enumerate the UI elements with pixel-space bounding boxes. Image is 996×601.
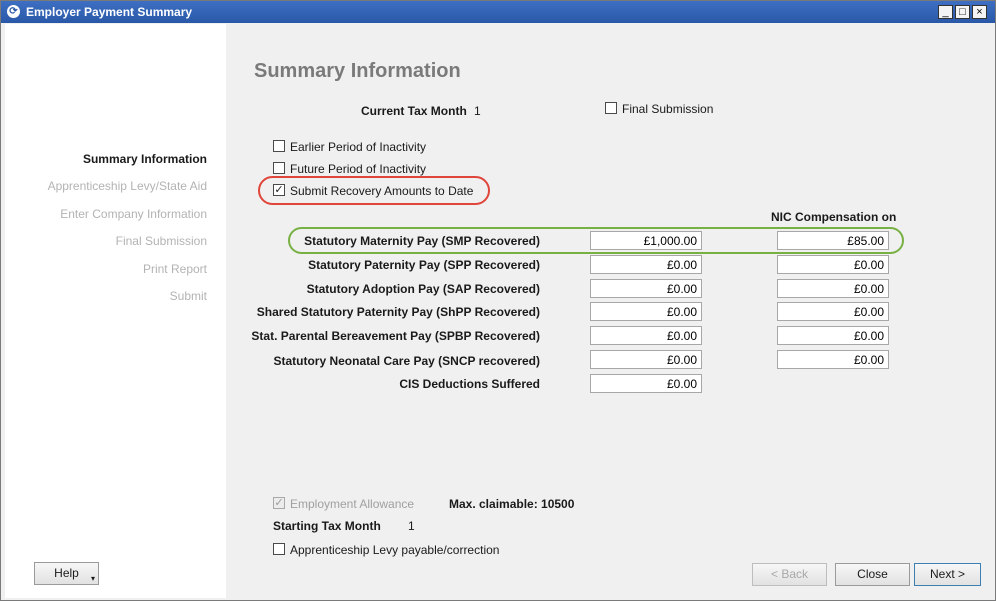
sidebar-item-print-report: Print Report	[142, 262, 207, 276]
spbp-recovered-field[interactable]	[590, 326, 702, 345]
max-claimable-text: Max. claimable: 10500	[449, 497, 575, 511]
cis-deductions-field[interactable]	[590, 374, 702, 393]
page-title: Summary Information	[254, 60, 461, 82]
sap-nic-compensation-field[interactable]	[777, 279, 889, 298]
back-button[interactable]: < Back	[752, 563, 827, 586]
apprenticeship-levy-label: Apprenticeship Levy payable/correction	[290, 543, 500, 557]
spp-recovered-field[interactable]	[590, 255, 702, 274]
cis-deductions-label: CIS Deductions Suffered	[399, 377, 540, 391]
employer-payment-summary-window: ⟳ Employer Payment Summary _ □ × Summary…	[0, 0, 996, 601]
earlier-period-inactivity-checkbox[interactable]	[273, 140, 285, 152]
starting-tax-month-label: Starting Tax Month	[273, 519, 381, 533]
sidebar-item-summary-information[interactable]: Summary Information	[83, 152, 207, 166]
shpp-recovered-field[interactable]	[590, 302, 702, 321]
close-window-button[interactable]: ×	[972, 5, 987, 19]
help-button-label: Help	[54, 566, 79, 580]
close-button[interactable]: Close	[835, 563, 910, 586]
recovery-row-label-sap: Statutory Adoption Pay (SAP Recovered)	[306, 282, 540, 296]
window-title: Employer Payment Summary	[26, 5, 193, 19]
dropdown-arrow-icon: ▾	[90, 574, 95, 583]
recovery-row-label-spp: Statutory Paternity Pay (SPP Recovered)	[308, 258, 540, 272]
recovery-row-label-spbp: Stat. Parental Bereavement Pay (SPBP Rec…	[251, 329, 540, 343]
future-period-inactivity-label: Future Period of Inactivity	[290, 162, 427, 176]
nic-compensation-header: NIC Compensation on	[771, 210, 897, 224]
sap-recovered-field[interactable]	[590, 279, 702, 298]
maximize-button[interactable]: □	[955, 5, 970, 19]
submit-recovery-amounts-checkbox[interactable]: ✓	[273, 184, 285, 196]
current-tax-month-label: Current Tax Month	[361, 104, 467, 118]
recovery-row-label-smp: Statutory Maternity Pay (SMP Recovered)	[304, 234, 540, 248]
current-tax-month-value: 1	[474, 104, 481, 118]
shpp-nic-compensation-field[interactable]	[777, 302, 889, 321]
sidebar-item-enter-company-information: Enter Company Information	[60, 207, 207, 221]
sidebar-item-apprenticeship-levy: Apprenticeship Levy/State Aid	[47, 179, 207, 193]
wizard-sidebar: Summary Information Apprenticeship Levy/…	[5, 24, 226, 598]
spbp-nic-compensation-field[interactable]	[777, 326, 889, 345]
sncp-recovered-field[interactable]	[590, 350, 702, 369]
main-panel: Summary Information Current Tax Month 1 …	[227, 24, 994, 598]
submit-recovery-amounts-label: Submit Recovery Amounts to Date	[290, 184, 474, 198]
sidebar-item-submit: Submit	[169, 289, 207, 303]
final-submission-checkbox[interactable]	[605, 102, 617, 114]
apprenticeship-levy-checkbox[interactable]	[273, 543, 285, 555]
sidebar-item-final-submission: Final Submission	[115, 234, 207, 248]
recovery-row-label-shpp: Shared Statutory Paternity Pay (ShPP Rec…	[256, 305, 540, 319]
earlier-period-inactivity-label: Earlier Period of Inactivity	[290, 140, 427, 154]
future-period-inactivity-checkbox[interactable]	[273, 162, 285, 174]
next-button[interactable]: Next >	[914, 563, 981, 586]
spp-nic-compensation-field[interactable]	[777, 255, 889, 274]
recovery-row-label-sncp: Statutory Neonatal Care Pay (SNCP recove…	[273, 354, 540, 368]
smp-nic-compensation-field[interactable]	[777, 231, 889, 250]
minimize-button[interactable]: _	[938, 5, 953, 19]
employment-allowance-checkbox: ✓	[273, 497, 285, 509]
starting-tax-month-value: 1	[408, 519, 415, 533]
app-icon: ⟳	[7, 5, 20, 18]
smp-recovered-field[interactable]	[590, 231, 702, 250]
final-submission-label: Final Submission	[622, 102, 714, 116]
sncp-nic-compensation-field[interactable]	[777, 350, 889, 369]
employment-allowance-label: Employment Allowance	[290, 497, 415, 511]
title-bar: ⟳ Employer Payment Summary _ □ ×	[1, 1, 995, 23]
help-button[interactable]: Help ▾	[34, 562, 99, 585]
